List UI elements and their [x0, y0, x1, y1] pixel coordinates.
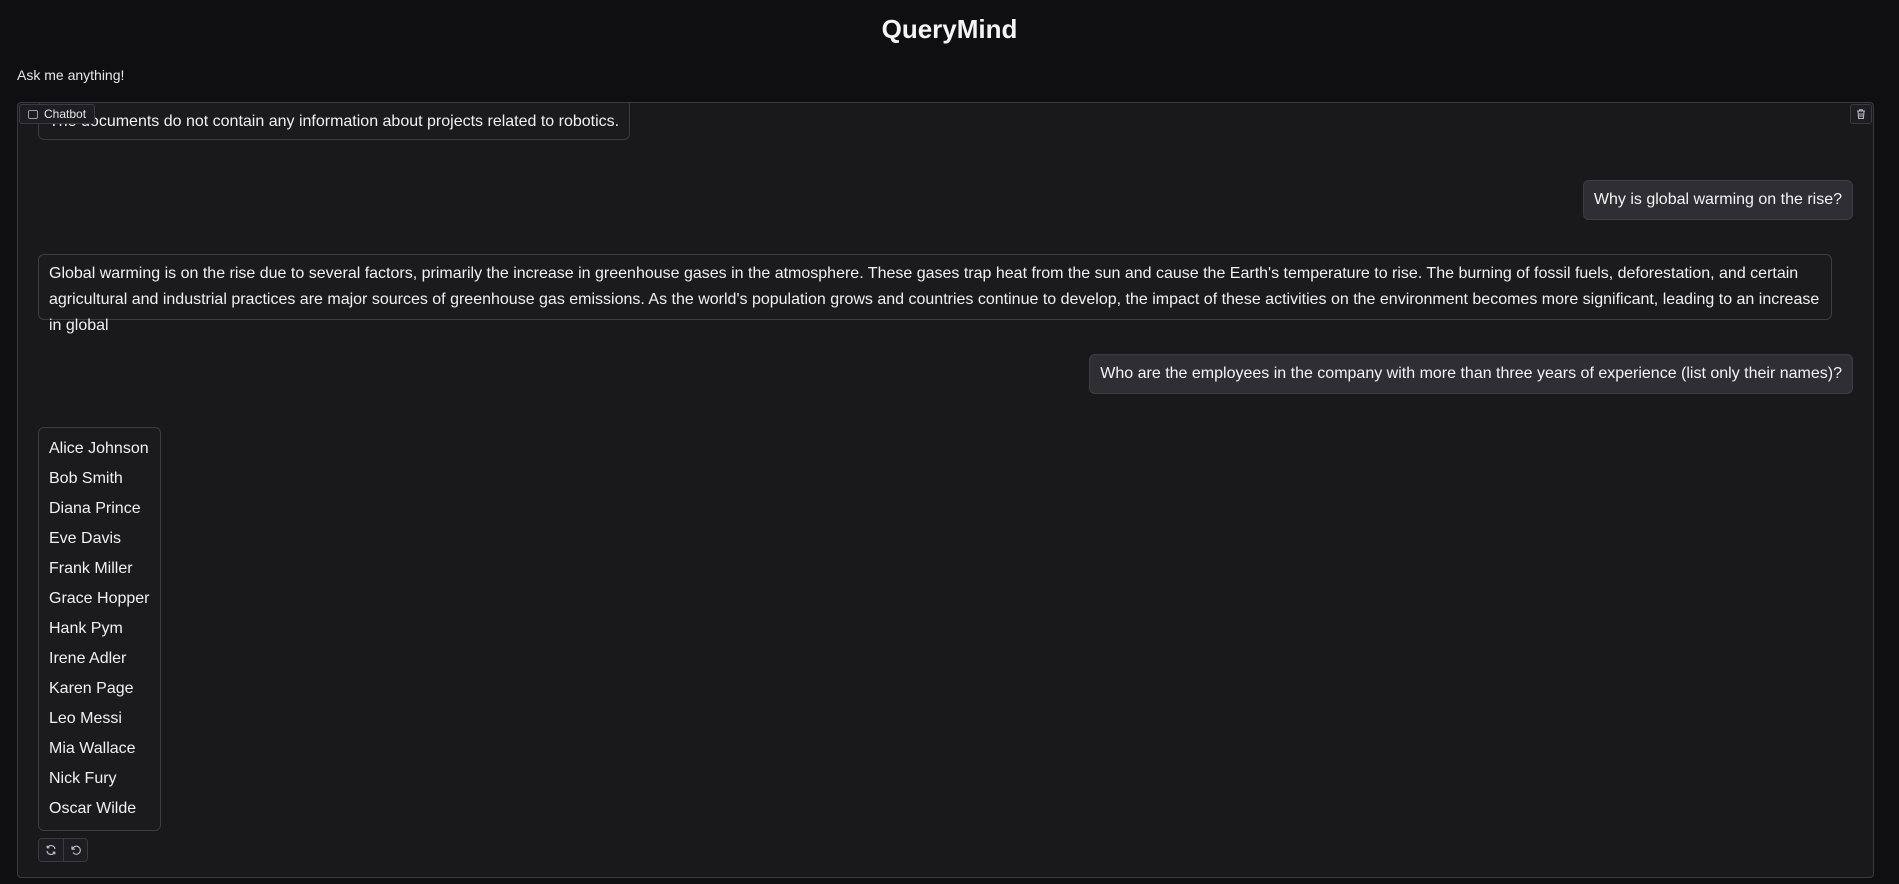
chatbot-panel: Chatbot The documents do not contain any…	[17, 102, 1874, 878]
chatbot-label-text: Chatbot	[44, 107, 87, 121]
app-subtitle: Ask me anything!	[17, 67, 125, 83]
trash-icon	[1857, 109, 1865, 120]
list-item: Eve Davis	[49, 530, 122, 547]
bot-message: The documents do not contain any informa…	[38, 103, 631, 140]
message-actions	[38, 838, 88, 862]
list-item: Diana Prince	[49, 500, 141, 517]
undo-button[interactable]	[63, 839, 87, 861]
list-item: Leo Messi	[49, 710, 122, 727]
clear-chat-button[interactable]	[1850, 104, 1872, 124]
list-item: Alice Johnson	[49, 440, 149, 457]
list-item: Frank Miller	[49, 560, 133, 577]
list-item: Nick Fury	[49, 770, 117, 787]
list-item: Grace Hopper	[49, 590, 150, 607]
list-item: Oscar Wilde	[49, 800, 137, 817]
undo-icon	[70, 845, 81, 855]
list-item: Karen Page	[49, 680, 134, 697]
bot-message: Global warming is on the rise due to sev…	[38, 254, 1832, 334]
retry-icon	[46, 845, 56, 855]
list-item: Irene Adler	[49, 650, 127, 667]
user-message: Why is global warming on the rise?	[1582, 180, 1853, 220]
user-message: Who are the employees in the company wit…	[1089, 354, 1853, 394]
chatbot-label: Chatbot	[19, 104, 96, 124]
chat-icon	[28, 109, 38, 119]
list-item: Bob Smith	[49, 470, 123, 487]
bot-message-names-list: Alice Johnson Bob Smith Diana Prince Eve…	[38, 427, 161, 831]
list-item: Hank Pym	[49, 620, 123, 637]
list-item: Mia Wallace	[49, 740, 136, 757]
app-title: QueryMind	[881, 14, 1018, 44]
retry-button[interactable]	[39, 839, 63, 861]
